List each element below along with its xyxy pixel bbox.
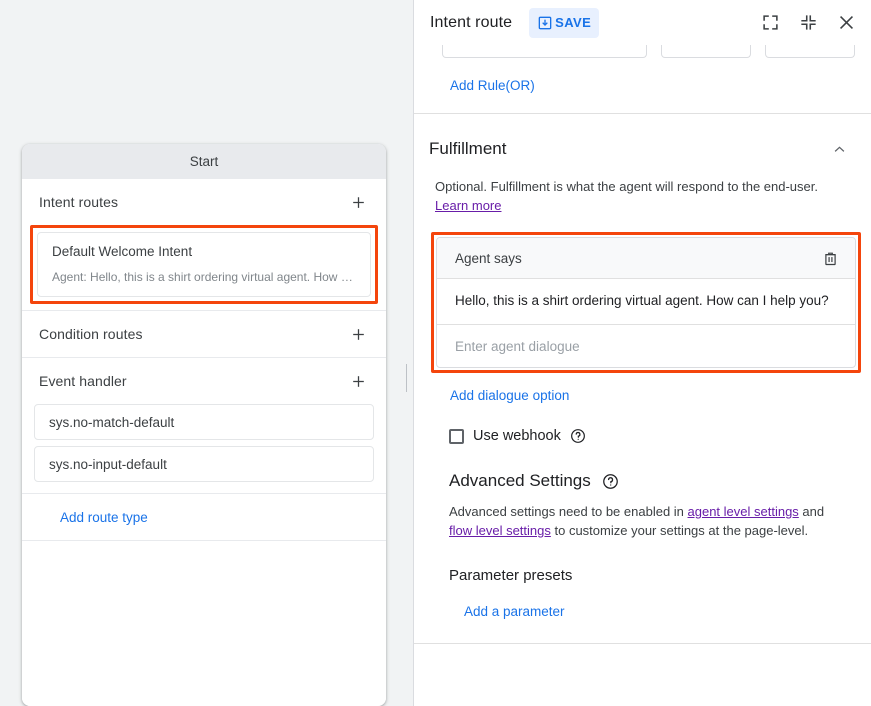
agent-says-card: Agent says Hello, this is a shirt orde: [436, 237, 856, 368]
dialogflow-cx-page: Start Intent routes Default Welcome Inte…: [0, 0, 871, 706]
start-page-header: Start: [22, 144, 386, 179]
use-webhook-row: Use webhook: [414, 417, 871, 455]
rule-value-input[interactable]: [765, 45, 855, 58]
adv-desc-and: and: [799, 504, 824, 519]
intent-routes-title: Intent routes: [39, 194, 118, 210]
divider: [414, 643, 871, 644]
agent-dialogue-input[interactable]: Enter agent dialogue: [437, 325, 855, 367]
advanced-settings-header: Advanced Settings: [414, 455, 871, 491]
add-route-type-link[interactable]: Add route type: [60, 510, 148, 525]
save-button-label: SAVE: [555, 15, 591, 30]
rule-operator-input[interactable]: [661, 45, 751, 58]
page-title: Intent route: [430, 14, 512, 32]
start-page-card: Start Intent routes Default Welcome Inte…: [22, 144, 386, 706]
add-intent-route-plus-icon[interactable]: [346, 190, 370, 214]
use-webhook-label: Use webhook: [473, 428, 561, 444]
help-circle-icon[interactable]: [602, 473, 619, 490]
intent-route-default-welcome[interactable]: Default Welcome Intent Agent: Hello, thi…: [37, 232, 371, 297]
list-item[interactable]: sys.no-match-default: [34, 404, 374, 440]
fulfillment-header: Fulfillment: [414, 121, 871, 177]
add-event-handler-plus-icon[interactable]: [346, 369, 370, 393]
fulfillment-description: Optional. Fulfillment is what the agent …: [414, 177, 871, 215]
fulfillment-description-text: Optional. Fulfillment is what the agent …: [435, 179, 818, 194]
agent-says-header: Agent says: [437, 238, 855, 279]
agent-says-highlight-box: Agent says Hello, this is a shirt orde: [431, 232, 861, 373]
save-button[interactable]: SAVE: [529, 8, 599, 38]
add-route-type-row: Add route type: [22, 494, 386, 540]
add-parameter-row: Add a parameter: [414, 584, 871, 639]
chevron-up-icon[interactable]: [828, 138, 850, 160]
add-rule-or-link[interactable]: Add Rule(OR): [450, 78, 535, 93]
adv-desc-part2: to customize your settings at the page-l…: [551, 523, 808, 538]
intent-routes-header: Intent routes: [22, 179, 386, 225]
add-rule-row: Add Rule(OR): [414, 58, 871, 113]
event-handler-list: sys.no-match-default sys.no-input-defaul…: [22, 404, 386, 493]
divider: [414, 113, 871, 114]
intent-route-detail-panel: Intent route SAVE: [413, 0, 871, 706]
flow-level-settings-link[interactable]: flow level settings: [449, 523, 551, 538]
add-dialogue-option-row: Add dialogue option: [414, 373, 871, 417]
section-event-handler: Event handler sys.no-match-default sys.n…: [22, 358, 386, 494]
advanced-settings-description: Advanced settings need to be enabled in …: [414, 491, 871, 540]
event-handler-title: Event handler: [39, 373, 127, 389]
intent-route-highlight-box: Default Welcome Intent Agent: Hello, thi…: [30, 225, 378, 304]
rule-parameter-input[interactable]: [442, 45, 647, 58]
adv-desc-part1: Advanced settings need to be enabled in: [449, 504, 688, 519]
panel-header-actions: [759, 12, 857, 34]
close-icon[interactable]: [835, 12, 857, 34]
advanced-settings-title: Advanced Settings: [449, 471, 591, 491]
agent-level-settings-link[interactable]: agent level settings: [688, 504, 799, 519]
parameter-presets-title: Parameter presets: [414, 540, 871, 584]
add-a-parameter-link[interactable]: Add a parameter: [464, 604, 565, 619]
intent-route-preview: Agent: Hello, this is a shirt ordering v…: [52, 270, 356, 284]
panel-scroll-body[interactable]: Add Rule(OR) Fulfillment Optional. Fulfi…: [414, 45, 871, 706]
add-condition-route-plus-icon[interactable]: [346, 322, 370, 346]
agent-says-label: Agent says: [455, 251, 522, 266]
collapse-icon[interactable]: [797, 12, 819, 34]
panel-drag-handle-icon[interactable]: [403, 362, 408, 394]
section-condition-routes: Condition routes: [22, 311, 386, 358]
help-circle-icon[interactable]: [570, 428, 587, 445]
panel-header: Intent route SAVE: [414, 0, 871, 45]
card-empty-area: [22, 541, 386, 706]
condition-rule-inputs-row: [414, 45, 871, 58]
event-handler-header: Event handler: [22, 358, 386, 404]
save-icon: [537, 15, 553, 31]
condition-routes-title: Condition routes: [39, 326, 143, 342]
condition-routes-header: Condition routes: [22, 311, 386, 357]
fullscreen-icon[interactable]: [759, 12, 781, 34]
intent-route-name: Default Welcome Intent: [52, 244, 356, 259]
agent-says-message[interactable]: Hello, this is a shirt ordering virtual …: [437, 279, 855, 325]
start-page-title: Start: [190, 154, 219, 169]
learn-more-link[interactable]: Learn more: [435, 198, 501, 213]
add-dialogue-option-link[interactable]: Add dialogue option: [450, 388, 569, 403]
list-item[interactable]: sys.no-input-default: [34, 446, 374, 482]
section-add-route-type: Add route type: [22, 494, 386, 541]
trash-icon[interactable]: [819, 247, 841, 269]
fulfillment-title: Fulfillment: [429, 139, 506, 159]
use-webhook-checkbox[interactable]: [449, 429, 464, 444]
flow-builder-panel: Start Intent routes Default Welcome Inte…: [0, 0, 408, 706]
section-intent-routes: Intent routes Default Welcome Intent Age…: [22, 179, 386, 311]
